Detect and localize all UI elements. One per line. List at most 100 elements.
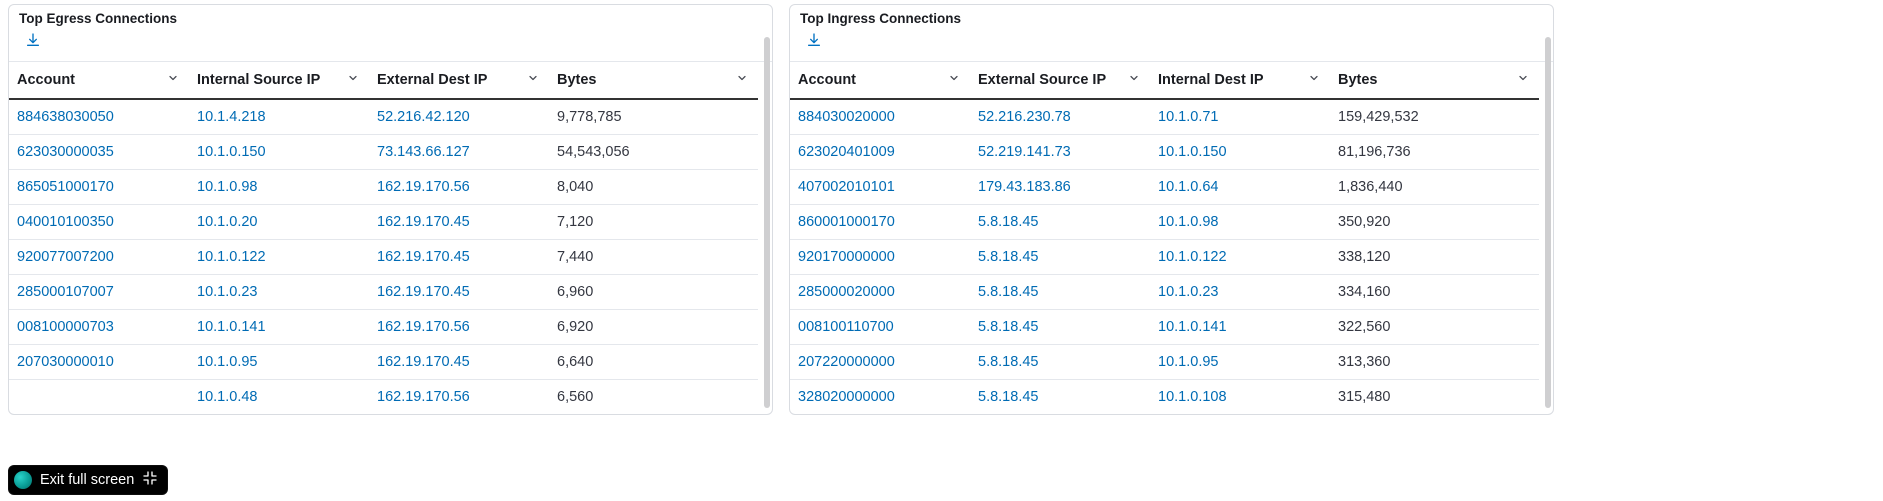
cell-link[interactable]: 10.1.0.122	[197, 249, 266, 265]
table-row: 28500010700710.1.0.23162.19.170.456,960	[9, 274, 758, 309]
cell-link[interactable]: 920077007200	[17, 249, 114, 265]
table-row: 86505100017010.1.0.98162.19.170.568,040	[9, 169, 758, 204]
download-button[interactable]	[804, 32, 824, 50]
cell-ip-1: 10.1.0.98	[189, 169, 369, 204]
cell-link[interactable]: 285000020000	[798, 284, 895, 300]
exit-full-screen-button[interactable]: Exit full screen	[8, 465, 168, 495]
cell-link[interactable]: 10.1.0.141	[1158, 319, 1227, 335]
cell-link[interactable]: 5.8.18.45	[978, 214, 1038, 230]
table-row: 3280200000005.8.18.4510.1.0.108315,480	[790, 379, 1539, 414]
cell-link[interactable]: 884638030050	[17, 109, 114, 125]
cell-link[interactable]: 162.19.170.45	[377, 214, 470, 230]
cell-link[interactable]: 10.1.0.108	[1158, 389, 1227, 405]
cell-link[interactable]: 5.8.18.45	[978, 284, 1038, 300]
cell-link[interactable]: 5.8.18.45	[978, 354, 1038, 370]
cell-link[interactable]: 162.19.170.45	[377, 284, 470, 300]
cell-account: 008100110700	[790, 309, 970, 344]
panel-toolbar	[790, 28, 1553, 62]
cell-link[interactable]: 179.43.183.86	[978, 179, 1071, 195]
cell-link[interactable]: 10.1.4.218	[197, 109, 266, 125]
cell-link[interactable]: 5.8.18.45	[978, 389, 1038, 405]
table-row: 2850000200005.8.18.4510.1.0.23334,160	[790, 274, 1539, 309]
panel-title: Top Egress Connections	[9, 5, 772, 28]
cell-ip-1: 5.8.18.45	[970, 309, 1150, 344]
cell-link[interactable]: 285000107007	[17, 284, 114, 300]
cell-link[interactable]: 10.1.0.95	[1158, 354, 1218, 370]
column-header[interactable]: Account	[790, 62, 970, 99]
cell-link[interactable]: 920170000000	[798, 249, 895, 265]
cell-link[interactable]: 10.1.0.20	[197, 214, 257, 230]
column-header[interactable]: Account	[9, 62, 189, 99]
column-header-label: Internal Dest IP	[1158, 72, 1264, 88]
cell-bytes: 6,640	[549, 344, 758, 379]
cell-link[interactable]: 10.1.0.98	[1158, 214, 1218, 230]
cell-link[interactable]: 623030000035	[17, 144, 114, 160]
cell-link[interactable]: 10.1.0.23	[197, 284, 257, 300]
data-table: AccountExternal Source IP Internal Dest I…	[790, 62, 1539, 414]
column-header-label: Bytes	[557, 72, 597, 88]
cell-ip-2: 162.19.170.56	[369, 379, 549, 414]
column-header-label: Account	[17, 72, 75, 88]
cell-link[interactable]: 10.1.0.141	[197, 319, 266, 335]
cell-link[interactable]: 10.1.0.150	[1158, 144, 1227, 160]
column-header[interactable]: External Source IP	[970, 62, 1150, 99]
cell-link[interactable]: 73.143.66.127	[377, 144, 470, 160]
scrollbar[interactable]	[1545, 37, 1551, 408]
cell-ip-2: 162.19.170.45	[369, 344, 549, 379]
cell-ip-1: 10.1.0.95	[189, 344, 369, 379]
cell-link[interactable]: 10.1.0.64	[1158, 179, 1218, 195]
cell-ip-2: 162.19.170.56	[369, 309, 549, 344]
table-row: 88463803005010.1.4.21852.216.42.1209,778…	[9, 99, 758, 135]
cell-link[interactable]: 10.1.0.23	[1158, 284, 1218, 300]
cell-link[interactable]: 860001000170	[798, 214, 895, 230]
cell-ip-1: 52.216.230.78	[970, 99, 1150, 135]
cell-link[interactable]: 207030000010	[17, 354, 114, 370]
cell-link[interactable]: 865051000170	[17, 179, 114, 195]
column-header[interactable]: Internal Dest IP	[1150, 62, 1330, 99]
download-button[interactable]	[23, 32, 43, 50]
cell-ip-1: 10.1.4.218	[189, 99, 369, 135]
cell-link[interactable]: 5.8.18.45	[978, 249, 1038, 265]
cell-link[interactable]: 52.219.141.73	[978, 144, 1071, 160]
cell-link[interactable]: 407002010101	[798, 179, 895, 195]
cell-ip-2: 162.19.170.56	[369, 169, 549, 204]
cell-link[interactable]: 623020401009	[798, 144, 895, 160]
cell-text: 54,543,056	[557, 144, 630, 160]
cell-link[interactable]: 10.1.0.95	[197, 354, 257, 370]
cell-bytes: 81,196,736	[1330, 134, 1539, 169]
cell-link[interactable]: 008100110700	[798, 319, 894, 335]
chevron-down-icon	[347, 72, 359, 88]
scrollbar[interactable]	[764, 37, 770, 408]
cell-link[interactable]: 008100000703	[17, 319, 114, 335]
cell-account: 285000107007	[9, 274, 189, 309]
chevron-down-icon	[1128, 72, 1140, 88]
cell-link[interactable]: 10.1.0.122	[1158, 249, 1227, 265]
cell-link[interactable]: 207220000000	[798, 354, 895, 370]
column-header[interactable]: Internal Source IP	[189, 62, 369, 99]
chevron-down-icon	[1308, 72, 1320, 88]
cell-link[interactable]: 10.1.0.98	[197, 179, 257, 195]
cell-link[interactable]: 040010100350	[17, 214, 114, 230]
column-header[interactable]: External Dest IP	[369, 62, 549, 99]
cell-link[interactable]: 10.1.0.150	[197, 144, 266, 160]
cell-link[interactable]: 328020000000	[798, 389, 895, 405]
cell-account: 920170000000	[790, 239, 970, 274]
cell-link[interactable]: 162.19.170.56	[377, 179, 470, 195]
table-row: 623020401009 52.219.141.73 10.1.0.150 81,19…	[790, 134, 1539, 169]
cell-link[interactable]: 162.19.170.56	[377, 389, 470, 405]
cell-link[interactable]: 52.216.230.78	[978, 109, 1071, 125]
column-header[interactable]: Bytes	[549, 62, 758, 99]
download-icon	[806, 32, 822, 51]
cell-text: 313,360	[1338, 354, 1390, 370]
cell-link[interactable]: 10.1.0.71	[1158, 109, 1218, 125]
cell-bytes: 7,440	[549, 239, 758, 274]
column-header[interactable]: Bytes	[1330, 62, 1539, 99]
cell-link[interactable]: 5.8.18.45	[978, 319, 1038, 335]
cell-link[interactable]: 10.1.0.48	[197, 389, 257, 405]
cell-link[interactable]: 884030020000	[798, 109, 895, 125]
cell-link[interactable]: 162.19.170.45	[377, 354, 470, 370]
cell-link[interactable]: 162.19.170.45	[377, 249, 470, 265]
column-header-label: Internal Source IP	[197, 72, 320, 88]
cell-link[interactable]: 162.19.170.56	[377, 319, 470, 335]
cell-link[interactable]: 52.216.42.120	[377, 109, 470, 125]
